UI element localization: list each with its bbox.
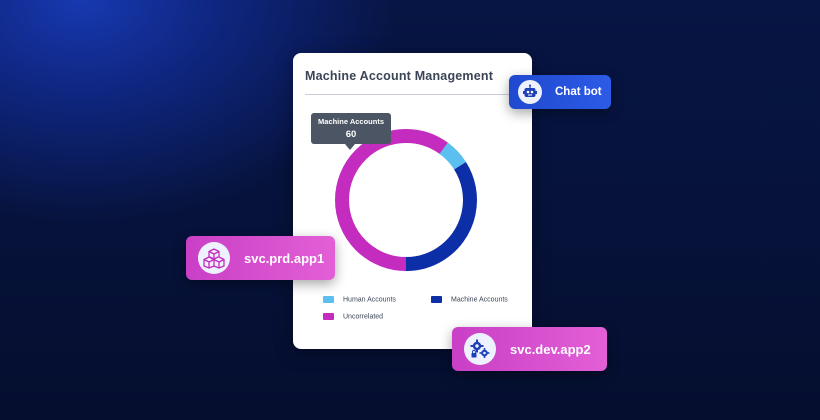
- chatbot-badge[interactable]: Chat bot: [509, 75, 611, 109]
- gears-lock-icon: [464, 333, 496, 365]
- svc-prd-badge[interactable]: svc.prd.app1: [186, 236, 335, 280]
- legend-label-uncorrelated: Uncorrelated: [343, 313, 384, 321]
- legend-item-machine[interactable]: Machine Accounts: [431, 296, 508, 303]
- legend-item-uncorrelated[interactable]: Uncorrelated: [323, 313, 383, 320]
- robot-icon: [518, 80, 542, 104]
- tooltip-label: Machine Accounts: [318, 117, 384, 126]
- chart-tooltip: Machine Accounts 60: [311, 113, 391, 150]
- svc-prd-label: svc.prd.app1: [244, 250, 325, 266]
- legend-label-human: Human Accounts: [343, 296, 396, 304]
- legend-item-human[interactable]: Human Accounts: [323, 296, 396, 303]
- svc-dev-badge[interactable]: svc.dev.app2: [452, 327, 607, 371]
- card-title: Machine Account Management: [305, 69, 494, 83]
- cubes-icon: [198, 242, 230, 274]
- machine-account-card: Machine Account Management Machine Accou…: [293, 53, 532, 349]
- legend-swatch-machine: [431, 296, 442, 303]
- chatbot-label: Chat bot: [555, 86, 602, 98]
- svc-dev-label: svc.dev.app2: [510, 341, 591, 357]
- legend-swatch-human: [323, 296, 334, 303]
- legend-label-machine: Machine Accounts: [451, 296, 508, 304]
- tooltip-value: 60: [345, 129, 357, 140]
- legend-swatch-uncorrelated: [323, 313, 334, 320]
- title-divider: [305, 94, 520, 95]
